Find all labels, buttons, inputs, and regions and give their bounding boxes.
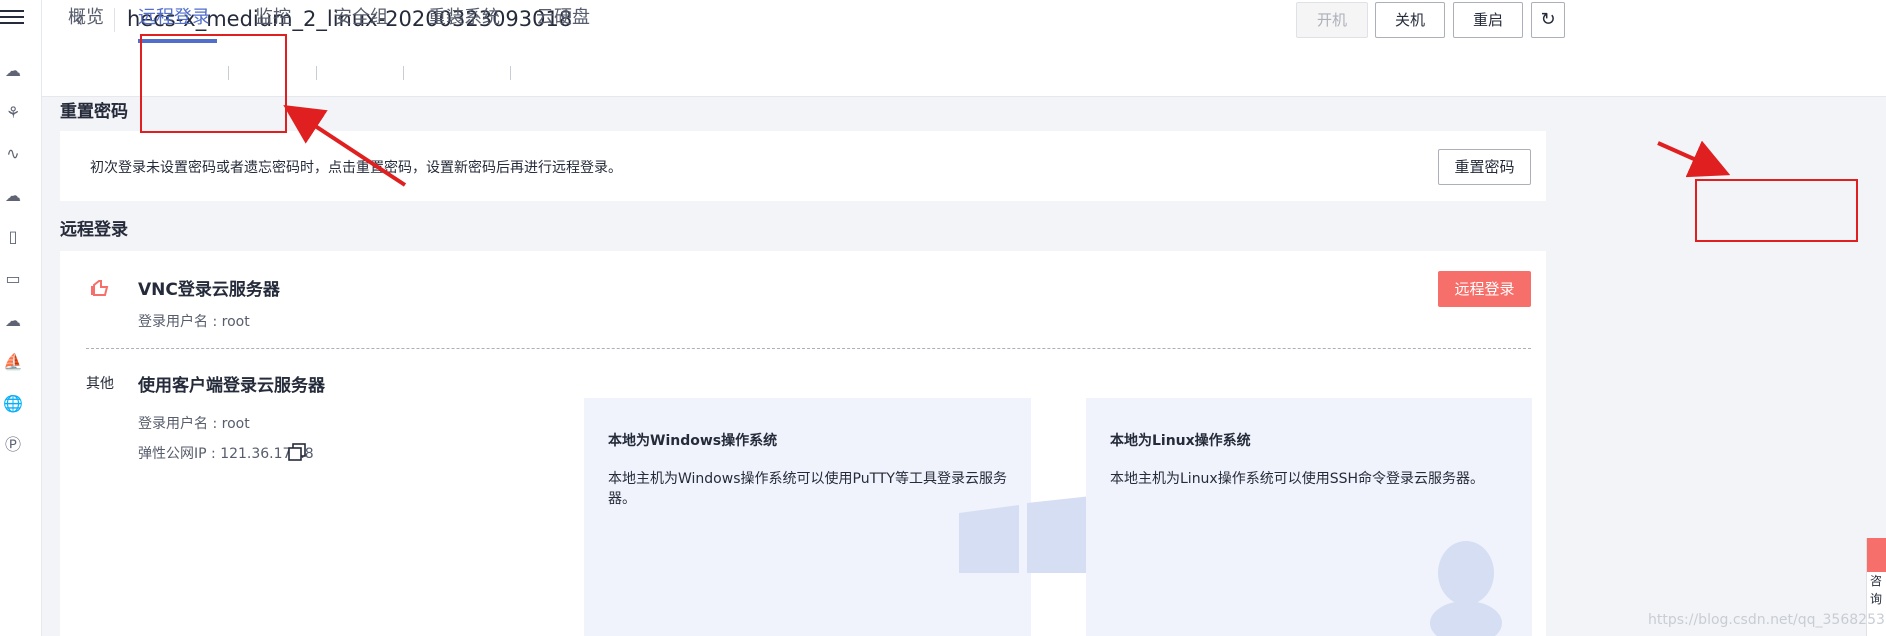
reset-password-card: 初次登录未设置密码或者遗忘密码时，点击重置密码，设置新密码后再进行远程登录。 重… — [60, 131, 1546, 201]
database-cloud-icon[interactable]: ☁ — [2, 185, 24, 207]
refresh-icon[interactable]: ↻ — [1531, 2, 1565, 38]
cloud-monitor-icon[interactable]: ☁ — [2, 310, 24, 332]
consult-label: 咨询 — [1870, 574, 1883, 606]
tab-separator — [316, 66, 317, 80]
annotation-box-remote-login-tab — [140, 34, 287, 133]
remote-login-card: VNC登录云服务器 登录用户名 : root 远程登录 其他 使用客户端登录云服… — [60, 251, 1546, 636]
client-username: 登录用户名 : root — [138, 416, 250, 432]
tab-cloud-disk[interactable]: 云硬盘 — [536, 0, 590, 43]
remote-login-section-title: 远程登录 — [60, 220, 128, 240]
shutdown-button[interactable]: 关机 — [1375, 2, 1445, 38]
main-content: 重置密码 初次登录未设置密码或者遗忘密码时，点击重置密码，设置新密码后再进行远程… — [42, 97, 1886, 636]
annotation-box-reset-password — [1695, 179, 1858, 242]
left-sidebar: ☁ ⚘ ∿ ☁ ▯ ▭ ☁ ⛵ 🌐 Ⓟ — [0, 0, 42, 636]
ip-icon[interactable]: Ⓟ — [2, 434, 24, 456]
hamburger-menu-icon[interactable] — [0, 6, 24, 28]
tab-reinstall-os[interactable]: 重装系统 — [428, 0, 500, 43]
reset-password-button[interactable]: 重置密码 — [1438, 149, 1531, 185]
header-divider — [114, 8, 115, 32]
windows-os-box: 本地为Windows操作系统 本地主机为Windows操作系统可以使用PuTTY… — [584, 398, 1119, 636]
backup-icon[interactable]: ▭ — [2, 268, 24, 290]
globe-icon[interactable]: 🌐 — [2, 393, 24, 415]
linux-penguin-icon — [1430, 541, 1502, 636]
page-header: ‹ hecs-x_medium_2_linux-20200323093018 开… — [42, 0, 1886, 97]
vnc-title: VNC登录云服务器 — [138, 280, 280, 300]
linux-os-box: 本地为Linux操作系统 本地主机为Linux操作系统可以使用SSH命令登录云服… — [1086, 398, 1532, 636]
tab-security-group[interactable]: 安全组 — [334, 0, 388, 43]
linux-os-title: 本地为Linux操作系统 — [1110, 433, 1251, 449]
chat-icon[interactable] — [1867, 538, 1886, 572]
storage-icon[interactable]: ▯ — [2, 226, 24, 248]
tab-overview[interactable]: 概览 — [68, 0, 104, 43]
watermark-text: https://blog.csdn.net/qq_3568253 — [1648, 612, 1885, 628]
linux-os-desc: 本地主机为Linux操作系统可以使用SSH命令登录云服务器。 — [1110, 471, 1485, 487]
copy-icon[interactable] — [288, 443, 306, 461]
vnc-icon — [91, 280, 109, 296]
restart-button[interactable]: 重启 — [1453, 2, 1523, 38]
other-label: 其他 — [86, 376, 114, 392]
client-login-title: 使用客户端登录云服务器 — [138, 376, 325, 396]
reset-password-section-title: 重置密码 — [60, 102, 128, 122]
windows-os-title: 本地为Windows操作系统 — [608, 433, 778, 449]
dashed-divider — [86, 348, 1531, 349]
start-button[interactable]: 开机 — [1296, 2, 1368, 38]
waveform-icon[interactable]: ∿ — [2, 143, 24, 165]
tab-separator — [403, 66, 404, 80]
cloud-server-icon[interactable]: ☁ — [2, 60, 24, 82]
sailboat-icon[interactable]: ⛵ — [2, 351, 24, 373]
vnc-remote-login-button[interactable]: 远程登录 — [1438, 271, 1531, 307]
tab-separator — [510, 66, 511, 80]
vnc-username: 登录用户名 : root — [138, 314, 250, 330]
cluster-icon[interactable]: ⚘ — [2, 102, 24, 124]
reset-password-hint: 初次登录未设置密码或者遗忘密码时，点击重置密码，设置新密码后再进行远程登录。 — [90, 160, 622, 176]
